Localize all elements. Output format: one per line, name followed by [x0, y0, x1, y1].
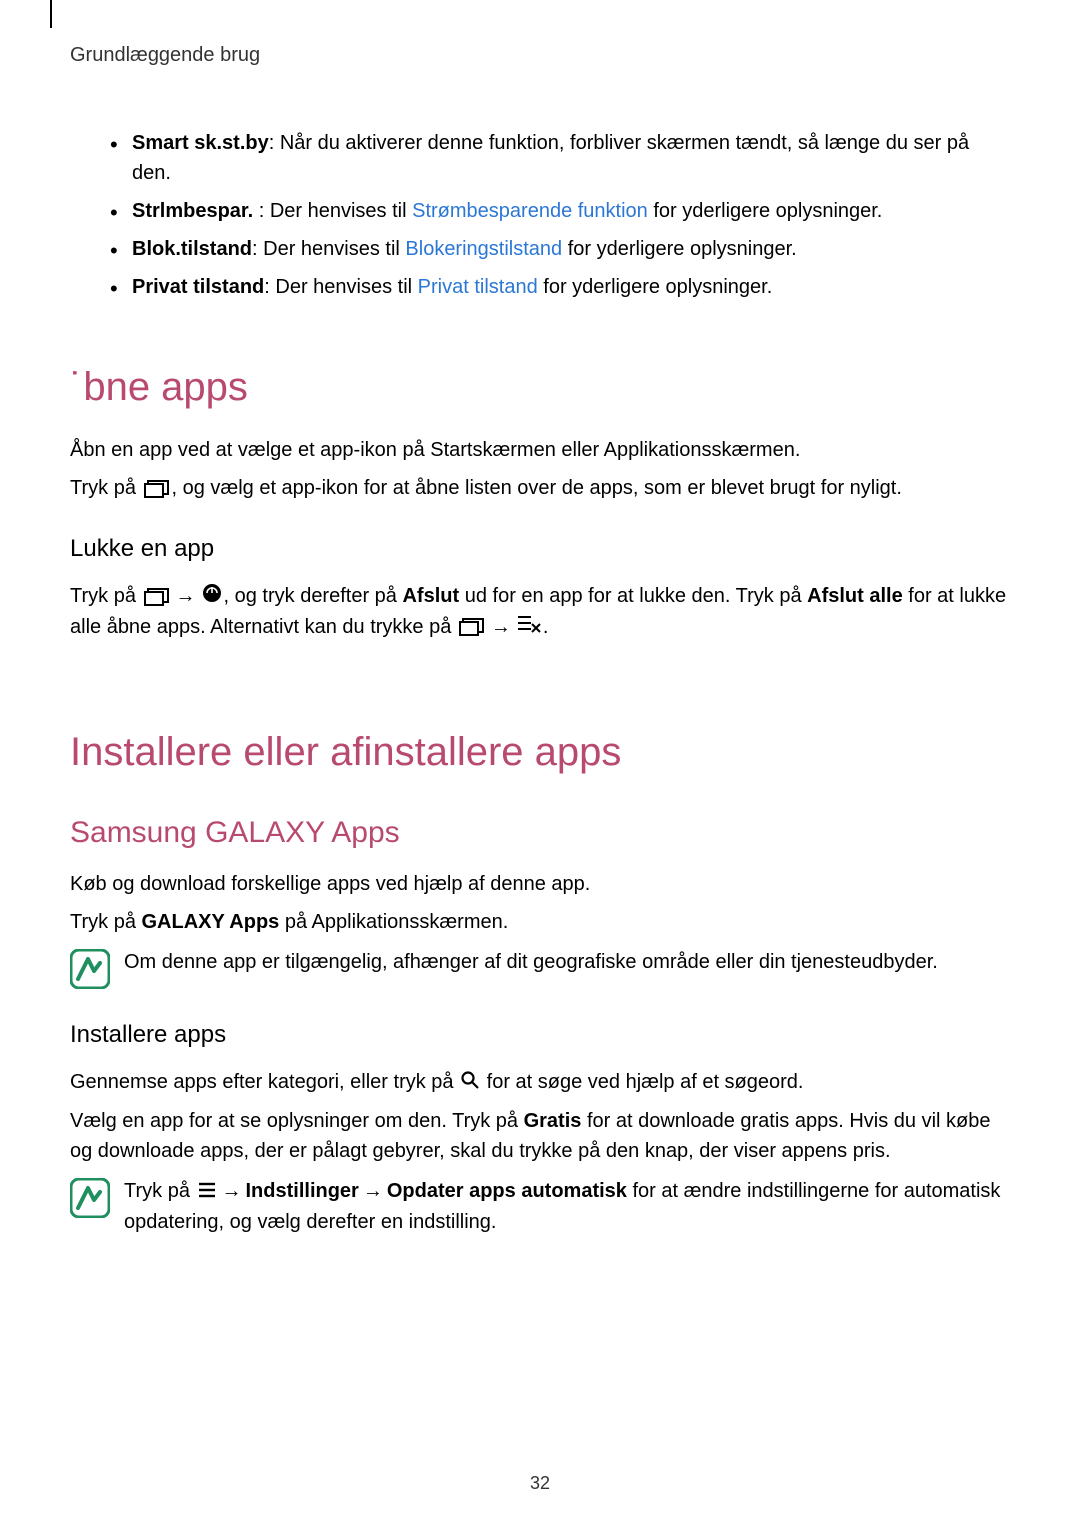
note-auto-update: Tryk på →Indstillinger→Opdater apps auto… [70, 1176, 1010, 1237]
text: Vælg en app for at se oplysninger om den… [70, 1110, 524, 1132]
galaxy-desc: Køb og download forskellige apps ved hjæ… [70, 869, 1010, 899]
running-header: Grundlæggende brug [70, 40, 1010, 70]
bullet-blocking-mode: Blok.tilstand: Der henvises til Blokerin… [110, 234, 1010, 264]
bullet-label: Strlmbespar. [132, 200, 259, 222]
header-rule [50, 0, 52, 28]
bold: GALAXY Apps [142, 911, 280, 933]
note-icon [70, 1178, 110, 1218]
bullet-label: Blok.tilstand [132, 238, 252, 260]
heading-open-apps: ˙bne apps [70, 357, 1010, 417]
arrow: → [176, 581, 196, 611]
task-manager-icon [202, 582, 222, 612]
arrow: → [491, 612, 511, 642]
bullet-smart-stay: Smart sk.st.by: Når du aktiverer denne f… [110, 128, 1010, 188]
galaxy-open: Tryk på GALAXY Apps på Applikationsskærm… [70, 907, 1010, 937]
menu-icon [198, 1177, 216, 1207]
page-number: 32 [0, 1470, 1080, 1497]
text: Tryk på [70, 911, 142, 933]
note-availability: Om denne app er tilgængelig, afhænger af… [70, 947, 1010, 989]
bullet-text: : Der henvises til [264, 276, 417, 298]
note-text: Tryk på →Indstillinger→Opdater apps auto… [124, 1176, 1010, 1237]
text: Tryk på [70, 477, 142, 499]
feature-bullets: Smart sk.st.by: Når du aktiverer denne f… [110, 128, 1010, 302]
bullet-text: : Der henvises til [259, 200, 412, 222]
heading-galaxy-apps: Samsung GALAXY Apps [70, 810, 1010, 855]
text: Gennemse apps efter kategori, eller tryk… [70, 1071, 459, 1093]
bold: Opdater apps automatisk [387, 1180, 627, 1202]
bullet-text: for yderligere oplysninger. [648, 200, 883, 222]
link-private-mode[interactable]: Privat tilstand [418, 276, 538, 298]
bold: Gratis [524, 1110, 582, 1132]
bold: Afslut [402, 585, 459, 607]
text: , og tryk derefter på [224, 585, 403, 607]
text: for at søge ved hjælp af et søgeord. [481, 1071, 803, 1093]
heading-install-uninstall: Installere eller afinstallere apps [70, 722, 1010, 782]
install-browse: Gennemse apps efter kategori, eller tryk… [70, 1067, 1010, 1098]
bullet-power-saving: Strlmbespar. : Der henvises til Strømbes… [110, 196, 1010, 226]
link-blocking-mode[interactable]: Blokeringstilstand [405, 238, 562, 260]
open-apps-recent: Tryk på , og vælg et app-ikon for at åbn… [70, 473, 1010, 503]
link-power-saving[interactable]: Strømbesparende funktion [412, 200, 648, 222]
text: , og vælg et app-ikon for at åbne listen… [172, 477, 902, 499]
install-select: Vælg en app for at se oplysninger om den… [70, 1106, 1010, 1166]
arrow: → [363, 1176, 383, 1206]
bullet-text: for yderligere oplysninger. [562, 238, 797, 260]
bullet-label: Smart sk.st.by [132, 132, 269, 154]
bullet-private-mode: Privat tilstand: Der henvises til Privat… [110, 272, 1010, 302]
arrow: → [222, 1176, 242, 1206]
search-icon [461, 1068, 479, 1098]
text: på Applikationsskærmen. [279, 911, 508, 933]
bold: Indstillinger [246, 1180, 359, 1202]
recent-apps-icon [144, 480, 170, 498]
bullet-text: : Der henvises til [252, 238, 405, 260]
heading-install-apps: Installere apps [70, 1017, 1010, 1053]
text: Tryk på [70, 585, 142, 607]
close-app-desc: Tryk på → , og tryk derefter på Afslut u… [70, 581, 1010, 642]
recent-apps-icon [459, 618, 485, 636]
bold: Afslut alle [807, 585, 903, 607]
recent-apps-icon [144, 588, 170, 606]
bullet-text: for yderligere oplysninger. [538, 276, 773, 298]
note-text: Om denne app er tilgængelig, afhænger af… [124, 947, 938, 977]
note-icon [70, 949, 110, 989]
heading-close-app: Lukke en app [70, 531, 1010, 567]
close-all-icon [517, 612, 541, 642]
text: ud for en app for at lukke den. Tryk på [459, 585, 807, 607]
text: Tryk på [124, 1180, 196, 1202]
open-apps-desc: Åbn en app ved at vælge et app-ikon på S… [70, 435, 1010, 465]
bullet-label: Privat tilstand [132, 276, 264, 298]
